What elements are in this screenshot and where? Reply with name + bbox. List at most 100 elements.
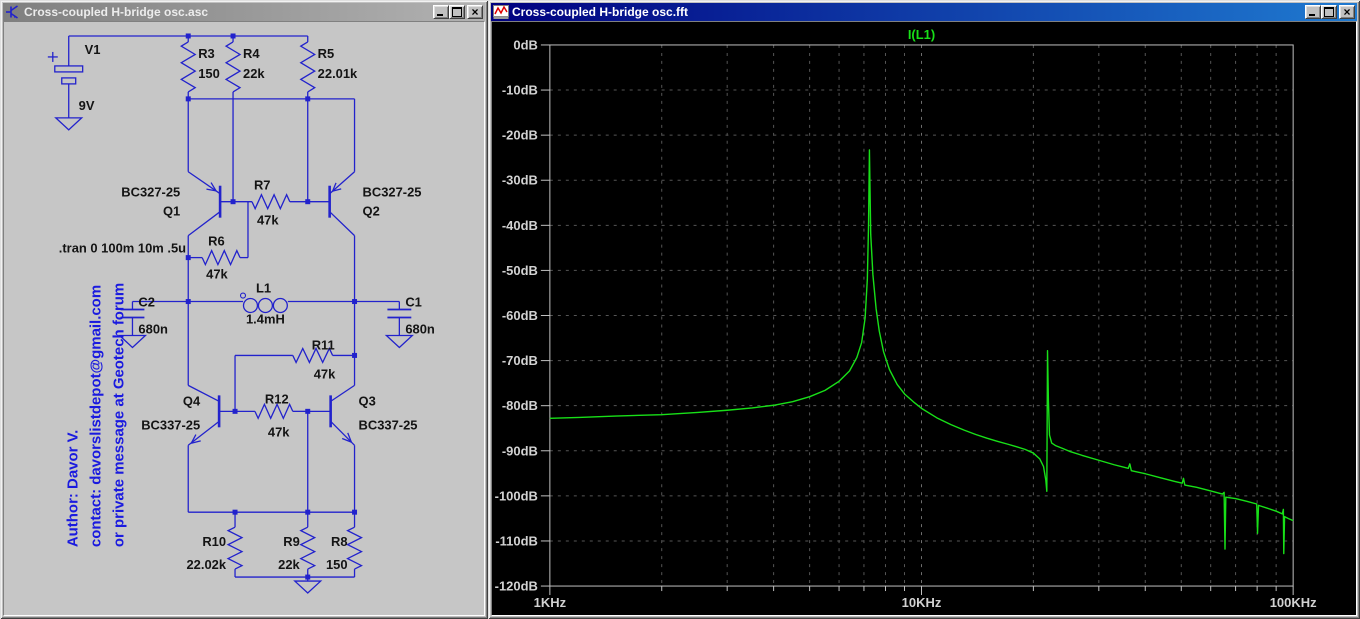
y-axis-label: 0dB [513, 37, 538, 52]
schematic-label: 150 [198, 66, 220, 81]
schematic-label: Q1 [163, 204, 180, 219]
schematic-label: BC327-25 [121, 185, 180, 200]
schematic-label: V1 [85, 42, 101, 57]
schematic-label: 9V [79, 98, 95, 113]
schematic-label: 47k [314, 366, 336, 381]
schematic-label: R8 [331, 534, 348, 549]
minimize-button[interactable] [433, 5, 449, 19]
schematic-label: R3 [198, 46, 215, 61]
fft-plot-canvas[interactable]: 0dB -10dB -20dB -30dB -40dB -50dB -60dB -70dB -8… [491, 21, 1357, 616]
junction-dot [305, 96, 311, 102]
schematic-window: Cross-coupled H-bridge osc.asc × V1 9V R3 1… [0, 0, 488, 619]
resistor [251, 193, 291, 211]
close-icon: × [1343, 4, 1351, 19]
schematic-label: 22.02k [186, 557, 226, 572]
y-axis-label: -90dB [502, 443, 538, 458]
maximize-button[interactable] [1321, 5, 1337, 19]
author-note: Author: Davor V. [65, 430, 82, 547]
resistor [179, 41, 197, 93]
schematic-label: Q2 [363, 204, 380, 219]
junction-dot [230, 33, 236, 39]
fft-window-controls: × [1305, 5, 1355, 19]
battery-plate [61, 77, 77, 85]
battery-plate [54, 65, 84, 73]
y-axis-label: -20dB [502, 128, 538, 143]
junction-dot [232, 408, 238, 414]
schematic-titlebar[interactable]: Cross-coupled H-bridge osc.asc × [3, 3, 485, 21]
schematic-label: 47k [257, 213, 279, 228]
resistor [201, 249, 241, 267]
schematic-window-controls: × [433, 5, 483, 19]
schematic-label: R6 [208, 234, 225, 249]
junction-dot [305, 408, 311, 414]
junction-dot [305, 199, 311, 205]
schematic-label: 22k [243, 66, 265, 81]
ground-symbol [54, 117, 84, 131]
junction-dot [230, 199, 236, 205]
author-note: contact: davorslistdepot@gmail.com [88, 285, 105, 547]
schematic-label: BC337-25 [141, 417, 200, 432]
junction-dot [305, 574, 311, 580]
ground-symbol [384, 334, 414, 349]
schematic-label: L1 [256, 281, 271, 296]
close-button[interactable]: × [1339, 5, 1355, 19]
schematic-drawing[interactable]: V1 9V R3 150 R4 22k R5 22.01k BC327-25 Q1 BC327-25… [4, 22, 484, 615]
fft-plot-window: Cross-coupled H-bridge osc.fft × 0dB -10d… [488, 0, 1360, 619]
maximize-icon [452, 7, 462, 17]
x-axis-label: 100KHz [1270, 595, 1317, 610]
y-axis-label: -40dB [502, 218, 538, 233]
y-axis-label: -60dB [502, 308, 538, 323]
schematic-label: C2 [138, 295, 155, 310]
x-axis-label: 10KHz [902, 595, 942, 610]
junction-dot [352, 299, 358, 305]
author-note: or private message at Geotech forum [111, 283, 128, 547]
y-axis-label: -110dB [495, 533, 538, 548]
schematic-label: R12 [265, 391, 289, 406]
maximize-icon [1324, 7, 1334, 17]
fft-titlebar[interactable]: Cross-coupled H-bridge osc.fft × [491, 3, 1357, 21]
schematic-canvas[interactable]: V1 9V R3 150 R4 22k R5 22.01k BC327-25 Q1 BC327-25… [3, 21, 485, 616]
ltspice-schematic-icon[interactable] [5, 4, 21, 20]
resistor [254, 402, 294, 420]
waveform-icon[interactable] [493, 4, 509, 20]
junction-dot [185, 96, 191, 102]
inductor-loop [242, 297, 259, 314]
ground-symbol [293, 580, 323, 594]
maximize-button[interactable] [449, 5, 465, 19]
inductor-loop [272, 297, 288, 314]
inductor-loop [257, 297, 274, 314]
schematic-label: 47k [268, 424, 290, 439]
inductor-phase-dot [239, 292, 247, 299]
schematic-label: R10 [202, 534, 226, 549]
y-axis-label: -120dB [495, 579, 538, 594]
fft-plot-drawing[interactable]: 0dB -10dB -20dB -30dB -40dB -50dB -60dB -70dB -8… [492, 22, 1356, 615]
minimize-button[interactable] [1305, 5, 1321, 19]
schematic-label: 1.4mH [246, 311, 285, 326]
resistor [299, 41, 316, 93]
schematic-label: 22.01k [318, 66, 358, 81]
schematic-label: Q3 [359, 393, 376, 408]
y-axis-label: -100dB [495, 488, 538, 503]
schematic-label: 47k [206, 267, 228, 282]
schematic-label: R4 [243, 46, 260, 61]
junction-dot [185, 299, 191, 305]
wire [330, 384, 355, 402]
wire [187, 211, 221, 237]
y-axis-label: -80dB [502, 398, 538, 413]
trace-legend[interactable]: I(L1) [908, 27, 935, 42]
schematic-label: R11 [312, 337, 335, 352]
resistor [299, 526, 317, 570]
schematic-label: R5 [318, 46, 335, 61]
fft-window-title: Cross-coupled H-bridge osc.fft [512, 5, 689, 19]
schematic-label: 22k [278, 557, 300, 572]
junction-dot [232, 509, 238, 515]
schematic-label: .tran 0 100m 10m .5u [59, 241, 186, 256]
schematic-label: 680n [405, 321, 435, 336]
schematic-label: C1 [405, 295, 422, 310]
junction-dot [305, 509, 311, 515]
y-axis-label: -70dB [502, 353, 538, 368]
y-axis-label: -50dB [502, 263, 538, 278]
resistor [346, 526, 363, 570]
close-icon: × [471, 4, 479, 19]
close-button[interactable]: × [467, 5, 483, 19]
